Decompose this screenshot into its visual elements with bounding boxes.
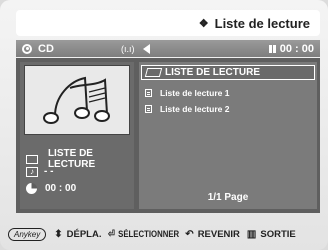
anykey-button[interactable]: Anykey (8, 228, 47, 241)
status-bar: CD (ı.ı) 00 : 00 (16, 40, 320, 57)
track-label: - - (44, 166, 54, 177)
diamond-icon: ❖ (198, 17, 209, 30)
select-label: SÉLECTIONNER (118, 229, 180, 240)
move-hint: ⬍ DÉPLA. (54, 229, 101, 240)
clock-icon (26, 183, 37, 194)
list-item[interactable]: Liste de lecture 1 (145, 88, 229, 98)
status-indicator: (ı.ı) (121, 43, 135, 54)
time-row: 00 : 00 (26, 183, 76, 194)
select-hint: ⏎ SÉLECTIONNER (108, 229, 179, 240)
page-indicator: 1/1 Page (207, 192, 249, 203)
exit-icon: ▥ (246, 229, 257, 240)
exit-hint: ▥ SORTIE (247, 229, 296, 240)
list-item-label: Liste de lecture 1 (160, 88, 230, 98)
playlist-icon (145, 105, 152, 113)
return-icon: ↶ (185, 229, 194, 240)
screen: ❖ Liste de lecture CD (ı.ı) 00 : 00 LIST… (0, 0, 328, 250)
page-title: Liste de lecture (214, 15, 310, 31)
main-panel: LISTE DE LECTURE ♪ - - 00 : 00 LISTE DE … (16, 58, 320, 213)
music-notes-icon (43, 76, 110, 124)
playlist-folder-item[interactable]: LISTE DE LECTURE (141, 65, 315, 80)
info-panel: LISTE DE LECTURE ♪ - - 00 : 00 (20, 62, 134, 209)
enter-icon: ⏎ (108, 229, 116, 240)
playlist-icon (145, 89, 152, 97)
music-thumbnail (24, 65, 130, 135)
playlist-panel: LISTE DE LECTURE Liste de lecture 1 List… (139, 62, 317, 209)
move-label: DÉPLA. (66, 229, 102, 240)
disc-label: CD (38, 42, 54, 55)
playlist-folder-label: LISTE DE LECTURE (165, 67, 261, 78)
list-item-label: Liste de lecture 2 (160, 104, 230, 114)
pause-icon (268, 44, 276, 53)
list-item[interactable]: Liste de lecture 2 (145, 104, 229, 114)
time-label: 00 : 00 (45, 183, 77, 194)
folder-label: LISTE DE LECTURE (47, 148, 96, 170)
music-note-icon: ♪ (26, 166, 38, 177)
exit-label: SORTIE (260, 229, 296, 240)
footer-bar: Anykey ⬍ DÉPLA. ⏎ SÉLECTIONNER ↶ REVENIR… (0, 219, 328, 250)
back-hint: ↶ REVENIR (185, 229, 240, 240)
folder-icon (26, 154, 38, 164)
status-time: 00 : 00 (279, 42, 314, 55)
track-row: ♪ - - (26, 166, 53, 177)
header-bar: ❖ Liste de lecture (16, 10, 320, 36)
up-down-arrow-icon: ⬍ (54, 229, 63, 240)
speaker-icon (143, 44, 150, 54)
disc-icon (22, 43, 32, 54)
back-label: REVENIR (197, 229, 240, 240)
open-folder-icon (144, 68, 163, 77)
